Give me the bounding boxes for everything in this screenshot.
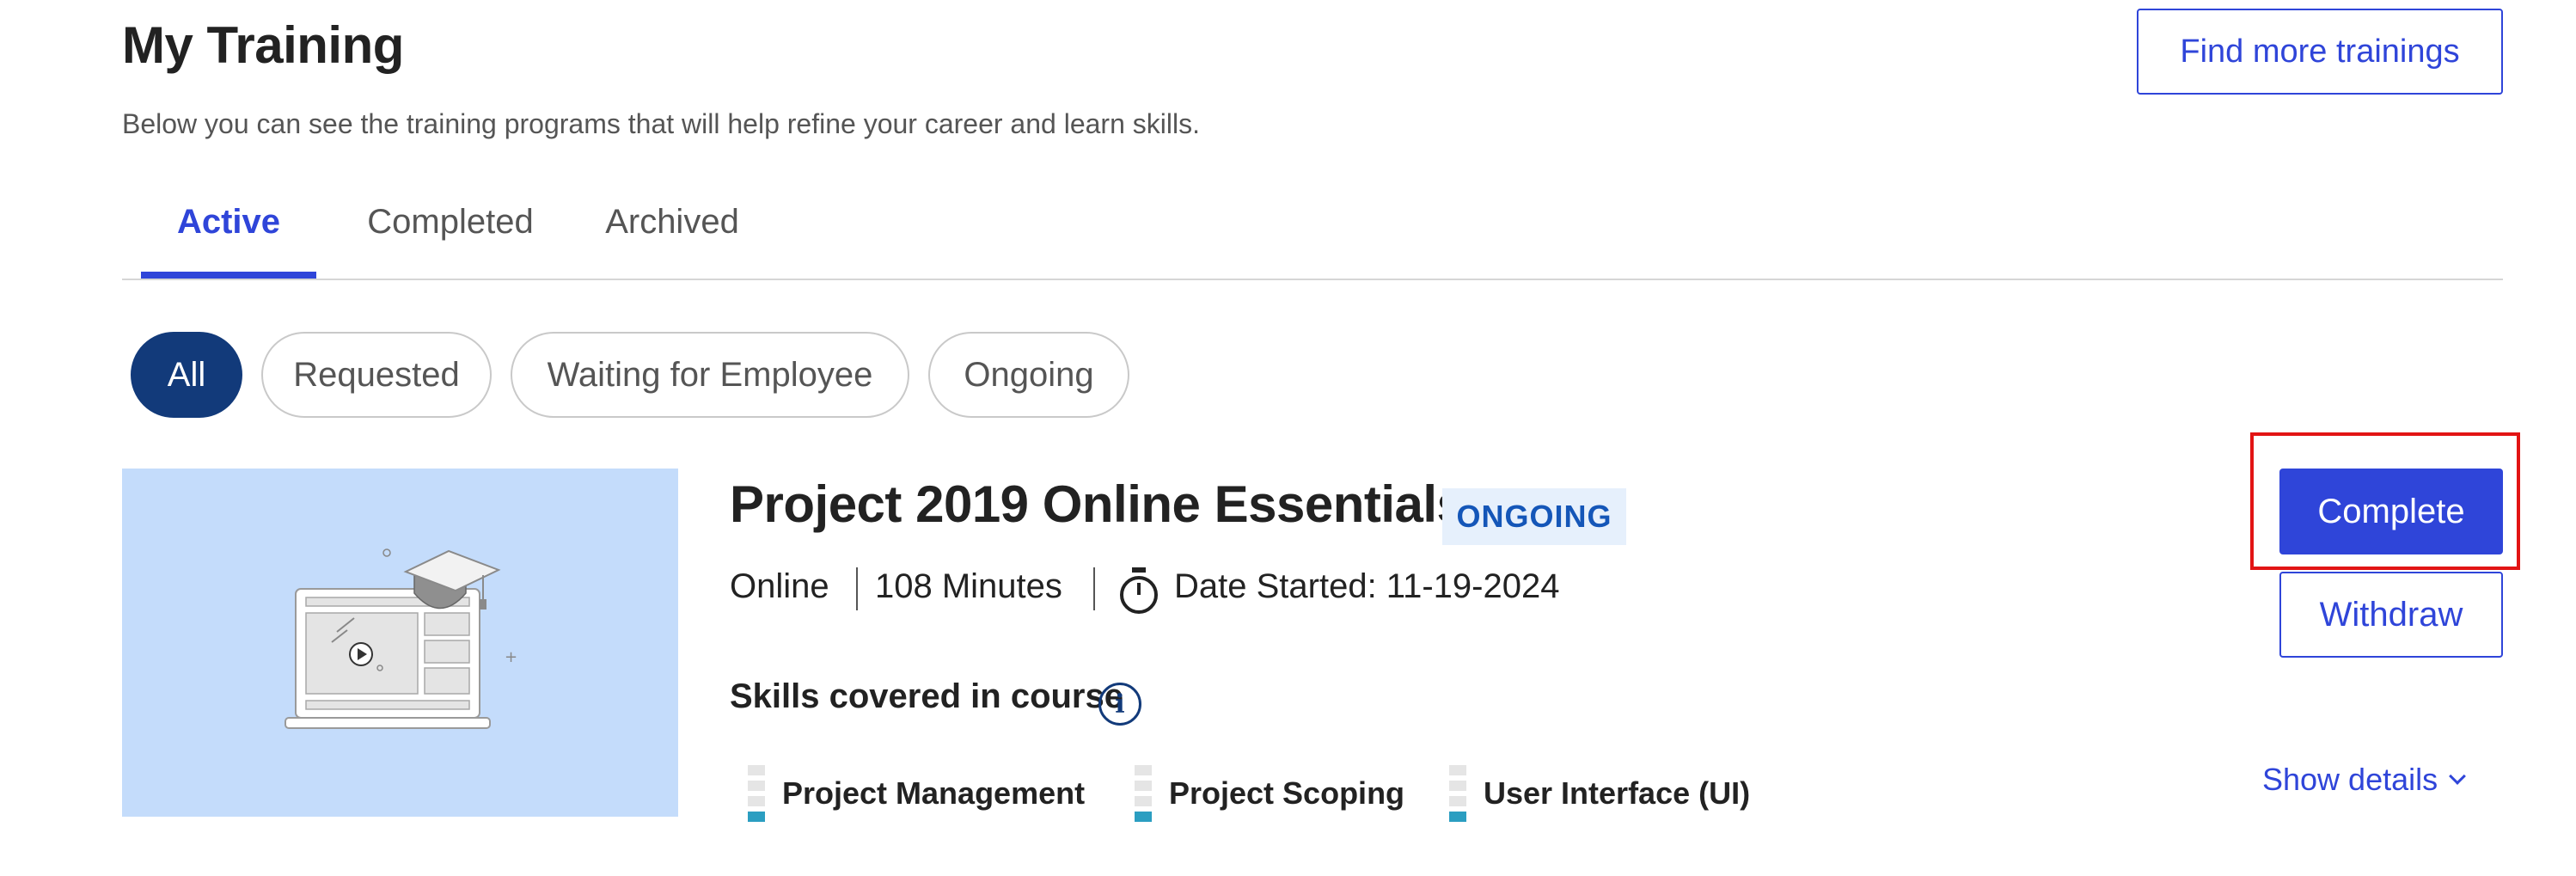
skill-name: Project Management [782,775,1086,811]
tab-active[interactable]: Active [141,203,316,279]
status-badge: ONGOING [1442,488,1626,545]
date-started: Date Started: 11-19-2024 [1174,567,1560,605]
course-thumbnail[interactable]: + [122,469,678,817]
course-format: Online [730,567,829,605]
filter-label: Ongoing [964,355,1094,394]
skill-level-indicator [1135,765,1152,822]
laptop-graduation-cap-icon: + [285,548,517,729]
complete-button[interactable]: Complete [2279,469,2503,554]
withdraw-button[interactable]: Withdraw [2279,572,2503,658]
filter-label: Requested [293,355,460,394]
skill-name: Project Scoping [1169,775,1405,811]
stopwatch-icon [1120,567,1158,614]
skill-level-indicator [748,765,765,822]
meta-divider [1093,567,1095,610]
course-title[interactable]: Project 2019 Online Essentials [730,475,1465,534]
filter-label: Waiting for Employee [547,355,873,394]
training-tabs: Active Completed Archived [122,194,2503,280]
info-icon[interactable]: i [1098,683,1141,726]
chevron-down-icon [2449,768,2467,785]
svg-text:+: + [505,648,517,666]
filter-ongoing[interactable]: Ongoing [928,332,1129,418]
page-subtitle: Below you can see the training programs … [122,108,1200,139]
tab-label: Archived [605,203,739,241]
show-details-link[interactable]: Show details [2262,762,2467,798]
course-duration: 108 Minutes [875,567,1062,605]
skill-level-indicator [1449,765,1466,822]
filter-waiting-for-employee[interactable]: Waiting for Employee [511,332,909,418]
filter-all[interactable]: All [131,332,242,418]
show-details-label: Show details [2262,762,2438,797]
filter-requested[interactable]: Requested [261,332,492,418]
skills-heading: Skills covered in course [730,677,1123,715]
tab-archived[interactable]: Archived [586,203,758,279]
skill-name: User Interface (UI) [1484,775,1751,811]
tab-label: Completed [367,203,534,241]
page-title: My Training [122,16,404,74]
find-more-trainings-button[interactable]: Find more trainings [2137,9,2503,95]
filter-label: All [167,355,206,394]
tab-completed[interactable]: Completed [347,203,554,279]
tab-label: Active [176,203,281,241]
meta-divider [856,567,858,610]
